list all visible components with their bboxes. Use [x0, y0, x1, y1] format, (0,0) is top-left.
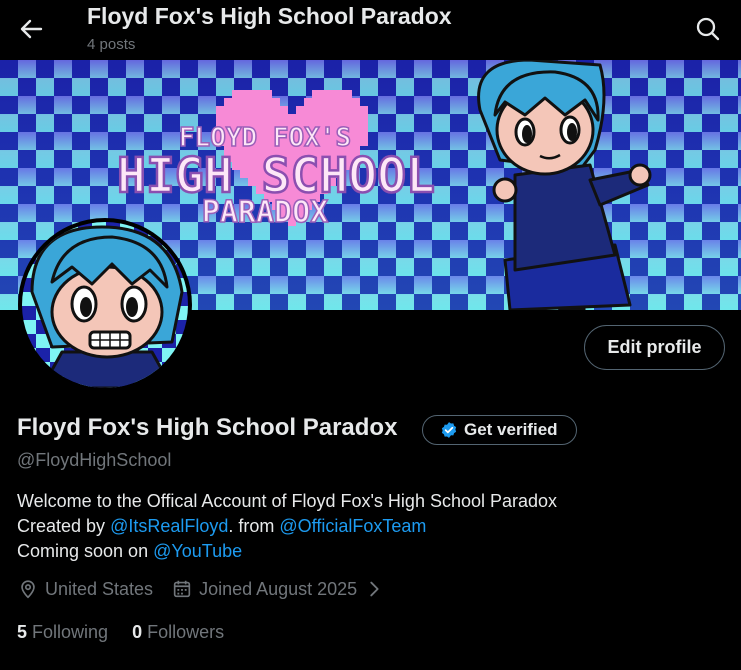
following-count: 5	[17, 622, 28, 642]
bio-text: . from	[228, 516, 280, 536]
bio-text: Created by	[17, 516, 111, 536]
page-title: Floyd Fox's High School Paradox	[87, 3, 452, 29]
get-verified-button[interactable]: Get verified	[422, 415, 577, 445]
mention-youtube[interactable]: @YouTube	[153, 541, 242, 561]
following-link[interactable]: 5 Following	[17, 622, 108, 643]
follow-stats: 5 Following 0 Followers	[17, 622, 224, 643]
following-label: Following	[32, 622, 109, 642]
verified-badge-icon	[441, 422, 457, 438]
joined-date[interactable]: Joined August 2025	[171, 578, 385, 600]
top-bar: Floyd Fox's High School Paradox 4 posts	[0, 0, 741, 60]
bio-text: Coming soon on	[17, 541, 154, 561]
bio-line-2: Created by @ItsRealFloyd. from @Official…	[17, 514, 557, 539]
calendar-icon	[173, 580, 191, 598]
followers-label: Followers	[147, 622, 225, 642]
logo-line-3: PARADOX	[202, 195, 328, 230]
bio-line-1: Welcome to the Offical Account of Floyd …	[17, 491, 558, 511]
joined-text: Joined August 2025	[199, 578, 358, 599]
profile-handle: @FloydHighSchool	[17, 450, 172, 470]
back-button[interactable]	[14, 12, 48, 46]
location-text: United States	[45, 578, 154, 599]
avatar-image	[22, 222, 188, 388]
chevron-right-icon	[370, 581, 379, 597]
post-count: 4 posts	[87, 36, 136, 53]
location-pin-icon	[21, 580, 35, 599]
search-button[interactable]	[691, 12, 725, 46]
get-verified-label: Get verified	[464, 420, 558, 439]
profile-bio: Welcome to the Offical Account of Floyd …	[17, 489, 557, 564]
profile-name: Floyd Fox's High School Paradox	[17, 414, 398, 441]
mention-itsrealfloyd[interactable]: @ItsRealFloyd	[110, 516, 228, 536]
arrow-left-icon	[20, 19, 43, 39]
search-icon	[696, 17, 720, 41]
mention-officialfoxteam[interactable]: @OfficialFoxTeam	[279, 516, 426, 536]
followers-count: 0	[132, 622, 143, 642]
edit-profile-button[interactable]: Edit profile	[584, 325, 725, 370]
avatar[interactable]	[18, 218, 192, 392]
location: United States	[17, 578, 153, 600]
followers-link[interactable]: 0 Followers	[132, 622, 224, 643]
profile-meta: United States Joined August 2025	[17, 578, 403, 600]
bio-line-3: Coming soon on @YouTube	[17, 539, 557, 564]
